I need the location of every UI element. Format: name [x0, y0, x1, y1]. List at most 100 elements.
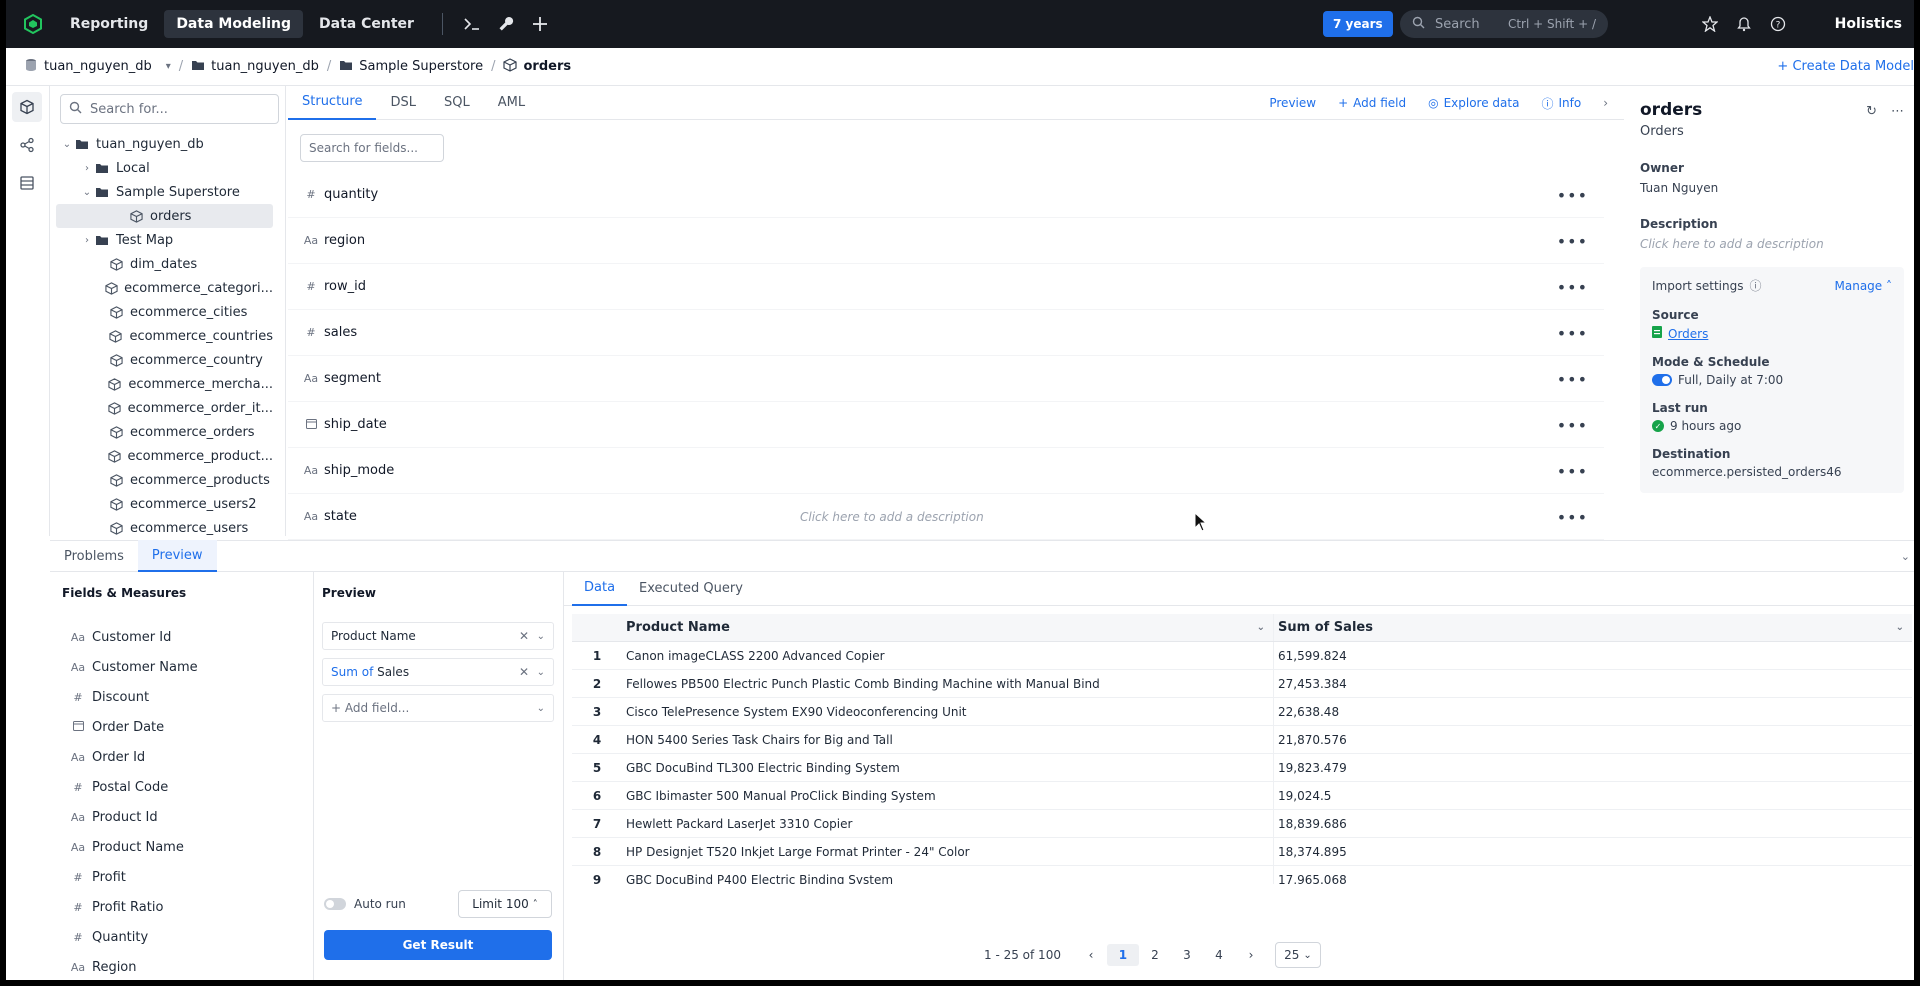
- breadcrumb-folder-sample[interactable]: Sample Superstore: [339, 59, 483, 75]
- table-row[interactable]: 7 Hewlett Packard LaserJet 3310 Copier 18,…: [572, 810, 1912, 838]
- info-button[interactable]: ⓘ Info: [1541, 95, 1581, 112]
- close-icon[interactable]: ✕: [519, 629, 529, 643]
- field-row[interactable]: Aa ship_mode •••: [288, 448, 1604, 494]
- explore-data-button[interactable]: ◎ Explore data: [1428, 96, 1519, 110]
- field-list-item[interactable]: # Quantity: [70, 922, 198, 952]
- tree-item[interactable]: ecommerce_users: [56, 516, 273, 536]
- wrench-icon[interactable]: [489, 9, 523, 39]
- tree-item[interactable]: ecommerce_product...: [56, 444, 273, 468]
- add-field-button[interactable]: + Add field: [1338, 96, 1406, 110]
- tree-item[interactable]: ecommerce_order_it...: [56, 396, 273, 420]
- more-icon[interactable]: •••: [1557, 232, 1588, 251]
- star-icon[interactable]: [1693, 9, 1727, 39]
- tree-item[interactable]: › Test Map: [56, 228, 273, 252]
- fields-search-input[interactable]: Search for fields...: [300, 134, 444, 162]
- tree-item[interactable]: orders: [56, 204, 273, 228]
- rail-datasets-button[interactable]: [12, 168, 42, 198]
- field-list-item[interactable]: Aa Product Name: [70, 832, 198, 862]
- rail-models-button[interactable]: [12, 92, 42, 122]
- prev-page-icon[interactable]: ‹: [1075, 944, 1107, 966]
- holistics-logo-icon[interactable]: [20, 11, 46, 37]
- create-data-model-button[interactable]: + Create Data Model: [1777, 59, 1914, 74]
- field-row[interactable]: Aa region •••: [288, 218, 1604, 264]
- auto-run-toggle[interactable]: [324, 898, 346, 910]
- help-icon[interactable]: ?: [1761, 9, 1795, 39]
- field-list-item[interactable]: # Profit: [70, 862, 198, 892]
- tab-sql[interactable]: SQL: [430, 86, 484, 120]
- field-list-item[interactable]: # Postal Code: [70, 772, 198, 802]
- close-icon[interactable]: ✕: [519, 665, 529, 679]
- next-page-icon[interactable]: ›: [1235, 944, 1267, 966]
- field-row[interactable]: # quantity •••: [288, 172, 1604, 218]
- page-2[interactable]: 2: [1139, 944, 1171, 966]
- terminal-icon[interactable]: [455, 9, 489, 39]
- nav-data-center[interactable]: Data Center: [307, 10, 426, 38]
- tree-item[interactable]: ecommerce_country: [56, 348, 273, 372]
- refresh-icon[interactable]: ↻: [1866, 104, 1877, 119]
- page-1[interactable]: 1: [1106, 944, 1139, 966]
- tree-item[interactable]: ecommerce_orders: [56, 420, 273, 444]
- tree-item[interactable]: ecommerce_countries: [56, 324, 273, 348]
- chevron-down-icon[interactable]: ⌄: [537, 631, 545, 642]
- tree-search-input[interactable]: Search for...: [60, 94, 279, 124]
- chevron-icon[interactable]: ›: [80, 163, 94, 174]
- tree-item[interactable]: ecommerce_categori...: [56, 276, 273, 300]
- table-row[interactable]: 1 Canon imageCLASS 2200 Advanced Copier 61…: [572, 642, 1912, 670]
- tab-executed-query[interactable]: Executed Query: [627, 572, 755, 606]
- tab-aml[interactable]: AML: [484, 86, 539, 120]
- field-row[interactable]: Aa state Click here to add a description ••…: [288, 494, 1604, 540]
- more-icon[interactable]: •••: [1557, 416, 1588, 435]
- field-list-item[interactable]: # Profit Ratio: [70, 892, 198, 922]
- chevron-down-icon[interactable]: ▾: [166, 61, 171, 72]
- field-row[interactable]: # sales •••: [288, 310, 1604, 356]
- chevron-down-icon[interactable]: ⌄: [1896, 622, 1904, 633]
- breadcrumb-db[interactable]: tuan_nguyen_db ▾: [24, 58, 171, 76]
- chevron-down-icon[interactable]: ⌄: [537, 667, 545, 678]
- source-link[interactable]: Orders: [1668, 327, 1708, 341]
- chevron-icon[interactable]: ›: [80, 235, 94, 246]
- schedule-toggle[interactable]: [1652, 374, 1672, 386]
- chevron-down-icon[interactable]: ⌄: [1901, 550, 1910, 563]
- tab-dsl[interactable]: DSL: [376, 86, 430, 120]
- measure-pill[interactable]: Sum of Sales ✕ ⌄: [322, 658, 554, 686]
- column-header-product-name[interactable]: Product Name ⌄: [622, 614, 1274, 641]
- breadcrumb-model[interactable]: orders: [503, 57, 571, 76]
- time-range-badge[interactable]: 7 years: [1323, 11, 1393, 37]
- tab-problems[interactable]: Problems: [50, 540, 138, 572]
- more-icon[interactable]: •••: [1557, 324, 1588, 343]
- manage-button[interactable]: Manage ˄: [1835, 279, 1893, 293]
- tab-structure[interactable]: Structure: [288, 86, 377, 120]
- field-list-item[interactable]: # Discount: [70, 682, 198, 712]
- bell-icon[interactable]: [1727, 9, 1761, 39]
- tree-item[interactable]: › Local: [56, 156, 273, 180]
- field-list-item[interactable]: Order Date: [70, 712, 198, 742]
- field-list-item[interactable]: Aa Customer Name: [70, 652, 198, 682]
- chevron-down-icon[interactable]: ⌄: [1257, 622, 1265, 633]
- more-icon[interactable]: •••: [1557, 508, 1588, 527]
- per-page-select[interactable]: 25 ⌄: [1274, 942, 1321, 968]
- more-icon[interactable]: •••: [1557, 278, 1588, 297]
- tree-item[interactable]: ⌄ Sample Superstore: [56, 180, 273, 204]
- page-4[interactable]: 4: [1203, 944, 1235, 966]
- rail-relationships-button[interactable]: [12, 130, 42, 160]
- plus-icon[interactable]: [523, 9, 557, 39]
- table-row[interactable]: 5 GBC DocuBind TL300 Electric Binding Sys…: [572, 754, 1912, 782]
- tab-preview[interactable]: Preview: [137, 540, 217, 572]
- tree-item[interactable]: dim_dates: [56, 252, 273, 276]
- add-field-select[interactable]: + Add field... ⌄: [322, 694, 554, 722]
- preview-button[interactable]: Preview: [1269, 96, 1316, 110]
- tree-item[interactable]: ecommerce_users2: [56, 492, 273, 516]
- auto-run-control[interactable]: Auto run: [324, 897, 406, 911]
- org-menu[interactable]: Holistics: [1835, 16, 1902, 32]
- table-row[interactable]: 2 Fellowes PB500 Electric Punch Plastic C…: [572, 670, 1912, 698]
- table-row[interactable]: 4 HON 5400 Series Task Chairs for Big and…: [572, 726, 1912, 754]
- table-row[interactable]: 3 Cisco TelePresence System EX90 Videocon…: [572, 698, 1912, 726]
- tree-item[interactable]: ⌄ tuan_nguyen_db: [56, 132, 273, 156]
- chevron-icon[interactable]: ⌄: [60, 139, 74, 150]
- nav-reporting[interactable]: Reporting: [58, 10, 160, 38]
- get-result-button[interactable]: Get Result: [324, 930, 552, 960]
- dimension-pill[interactable]: Product Name ✕ ⌄: [322, 622, 554, 650]
- chevron-icon[interactable]: ⌄: [80, 187, 94, 198]
- limit-select[interactable]: Limit 100 ˄: [458, 890, 552, 918]
- more-icon[interactable]: •••: [1557, 186, 1588, 205]
